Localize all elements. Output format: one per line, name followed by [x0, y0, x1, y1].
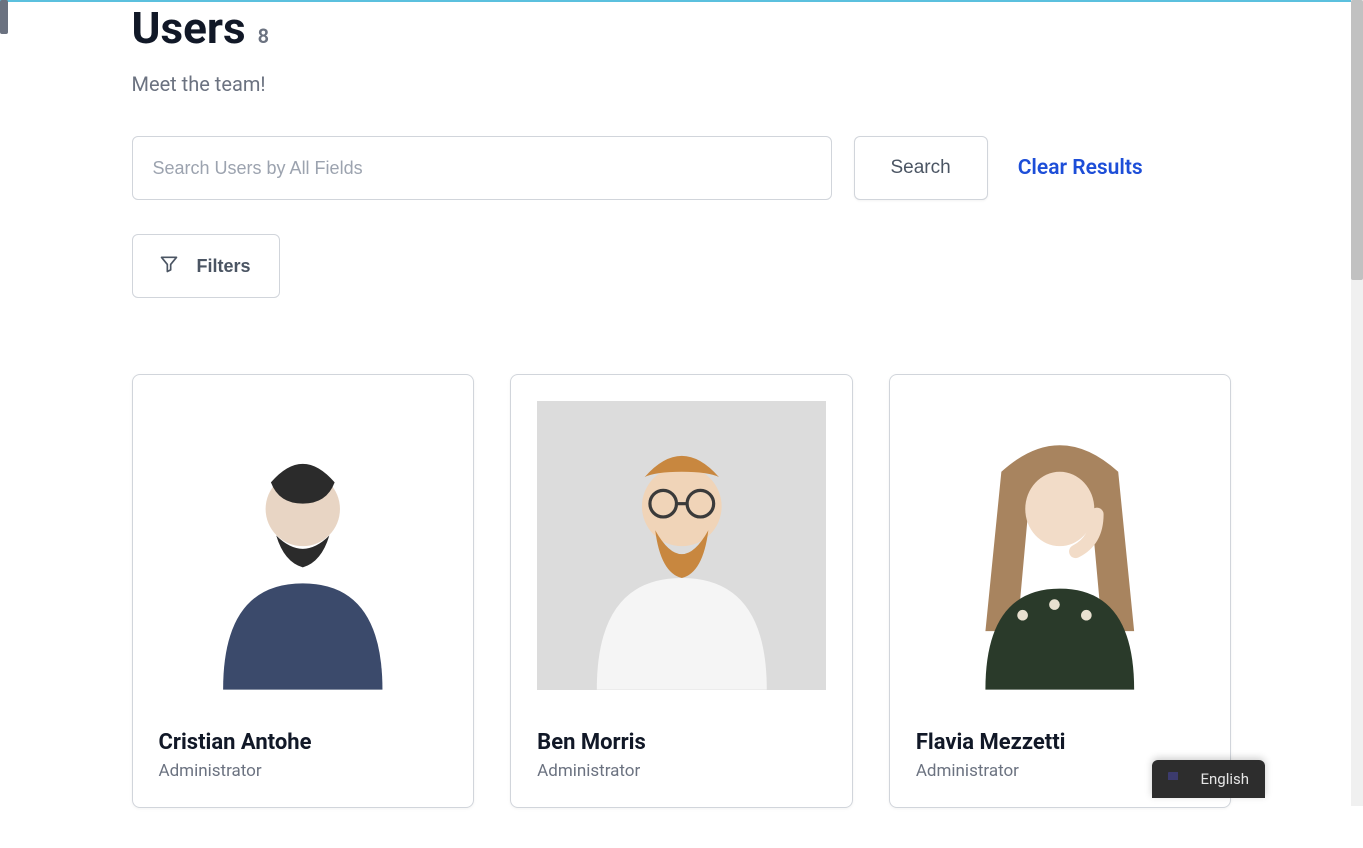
language-label: English [1200, 770, 1249, 788]
clear-results-link[interactable]: Clear Results [1018, 156, 1143, 180]
filters-button[interactable]: Filters [132, 234, 280, 298]
user-card[interactable]: Flavia Mezzetti Administrator [889, 374, 1232, 808]
user-name: Ben Morris [537, 730, 826, 755]
vertical-scrollbar-track[interactable] [1351, 0, 1363, 806]
user-card[interactable]: Ben Morris Administrator [510, 374, 853, 808]
vertical-scrollbar-thumb[interactable] [1351, 0, 1363, 280]
page-scroll-indicator [0, 0, 8, 34]
avatar [916, 401, 1205, 690]
user-count-badge: 8 [258, 24, 269, 48]
avatar [159, 401, 448, 690]
filters-button-label: Filters [197, 256, 251, 277]
us-flag-icon [1168, 772, 1190, 787]
language-switcher[interactable]: English [1152, 760, 1265, 798]
user-name: Cristian Antohe [159, 730, 448, 755]
user-name: Flavia Mezzetti [916, 730, 1205, 755]
user-role: Administrator [537, 761, 826, 781]
filter-icon [159, 254, 179, 279]
search-button[interactable]: Search [854, 136, 988, 200]
search-input[interactable] [132, 136, 832, 200]
avatar [537, 401, 826, 690]
user-card[interactable]: Cristian Antohe Administrator [132, 374, 475, 808]
page-subtitle: Meet the team! [132, 72, 1232, 96]
user-role: Administrator [159, 761, 448, 781]
page-title: Users [132, 2, 246, 54]
user-cards-grid: Cristian Antohe Administrator Be [132, 374, 1232, 808]
